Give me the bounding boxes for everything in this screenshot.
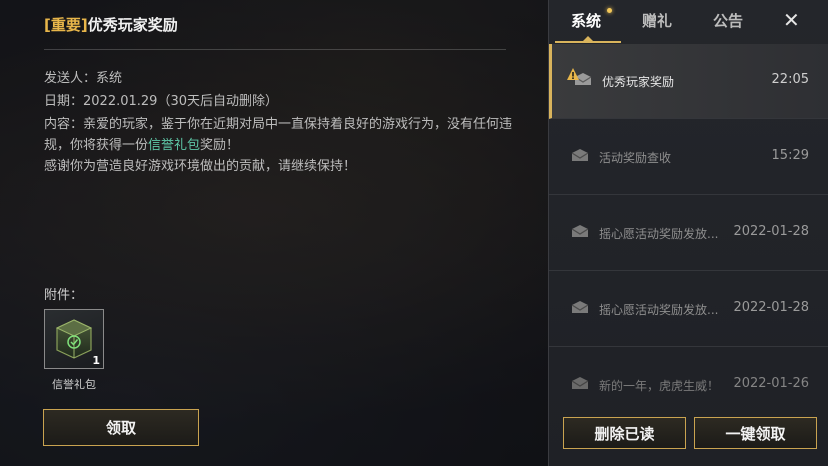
mail-subject: 新的一年，虎虎生威！ bbox=[599, 379, 720, 393]
tab-announcements[interactable]: 公告 bbox=[713, 10, 743, 31]
mail-time: 2022-01-28 bbox=[733, 300, 809, 315]
mail-subject: 优秀玩家奖励 bbox=[602, 75, 675, 89]
mail-item[interactable]: 新的一年，虎虎生威！ 2022-01-26 bbox=[549, 348, 828, 423]
content-label: 内容： bbox=[44, 117, 84, 132]
attachment-name: 信誉礼包 bbox=[52, 378, 96, 391]
close-icon[interactable]: ✕ bbox=[783, 8, 800, 32]
attachment-count: 1 bbox=[92, 354, 100, 367]
mail-item[interactable]: 摇心愿活动奖励发放... 2022-01-28 bbox=[549, 196, 828, 271]
important-alert-icon bbox=[567, 68, 579, 80]
mail-subject: 摇心愿活动奖励发放... bbox=[599, 303, 719, 317]
sender-label: 发送人： bbox=[44, 71, 97, 86]
mail-item[interactable]: 活动奖励查收 15:29 bbox=[549, 120, 828, 195]
sender-row: 发送人：系统 bbox=[44, 67, 122, 86]
mail-subject: 活动奖励查收 bbox=[599, 151, 672, 165]
mail-icon bbox=[571, 225, 589, 237]
sender-value: 系统 bbox=[96, 71, 123, 86]
mail-item[interactable]: 优秀玩家奖励 22:05 bbox=[549, 44, 828, 119]
delete-read-button[interactable]: 删除已读 bbox=[563, 417, 686, 449]
date-row: 日期：2022.01.29（30天后自动删除） bbox=[44, 90, 278, 109]
date-value: 2022.01.29（30天后自动删除） bbox=[83, 94, 278, 109]
mail-tabs: 系统 赠礼 公告 ✕ bbox=[549, 0, 828, 43]
content-line1-end: 奖励！ bbox=[200, 138, 240, 153]
mail-icon bbox=[571, 301, 589, 313]
mail-detail: [重要]优秀玩家奖励 发送人：系统 日期：2022.01.29（30天后自动删除… bbox=[0, 0, 548, 466]
content-line2: 感谢你为营造良好游戏环境做出的贡献，请继续保持！ bbox=[44, 159, 357, 174]
tab-system[interactable]: 系统 bbox=[571, 10, 601, 31]
mail-icon bbox=[571, 149, 589, 161]
title-divider bbox=[44, 49, 506, 50]
mail-subject: 摇心愿活动奖励发放... bbox=[599, 227, 719, 241]
date-label: 日期： bbox=[44, 94, 84, 109]
tab-caret-icon bbox=[582, 36, 594, 42]
mail-icon bbox=[571, 377, 589, 389]
new-dot-icon bbox=[607, 8, 612, 13]
content-highlight: 信誉礼包 bbox=[148, 138, 201, 153]
mail-panel: 系统 赠礼 公告 ✕ 优秀玩家奖励 22:05 活动奖励查收 15:29 摇心愿… bbox=[548, 0, 828, 466]
mail-time: 22:05 bbox=[771, 72, 809, 87]
claim-all-button[interactable]: 一键领取 bbox=[694, 417, 817, 449]
mail-title: [重要]优秀玩家奖励 bbox=[44, 14, 178, 35]
mail-content: 内容：亲爱的玩家，鉴于你在近期对局中一直保持着良好的游戏行为，没有任何违规，你将… bbox=[44, 114, 514, 177]
attachment-item-slot[interactable]: 1 bbox=[44, 309, 104, 369]
claim-button[interactable]: 领取 bbox=[43, 409, 199, 446]
mail-title-text: 优秀玩家奖励 bbox=[87, 16, 178, 34]
mail-time: 2022-01-26 bbox=[733, 376, 809, 391]
important-tag: [重要] bbox=[44, 16, 88, 34]
mail-item[interactable]: 摇心愿活动奖励发放... 2022-01-28 bbox=[549, 272, 828, 347]
mail-time: 15:29 bbox=[771, 148, 809, 163]
tab-gifts[interactable]: 赠礼 bbox=[642, 10, 672, 31]
mail-time: 2022-01-28 bbox=[733, 224, 809, 239]
content-line1: 亲爱的玩家，鉴于你在近期对局中一直保持着良好的游戏行为，没有任何违规，你将获得一… bbox=[44, 117, 513, 153]
attachment-label: 附件： bbox=[44, 288, 84, 303]
